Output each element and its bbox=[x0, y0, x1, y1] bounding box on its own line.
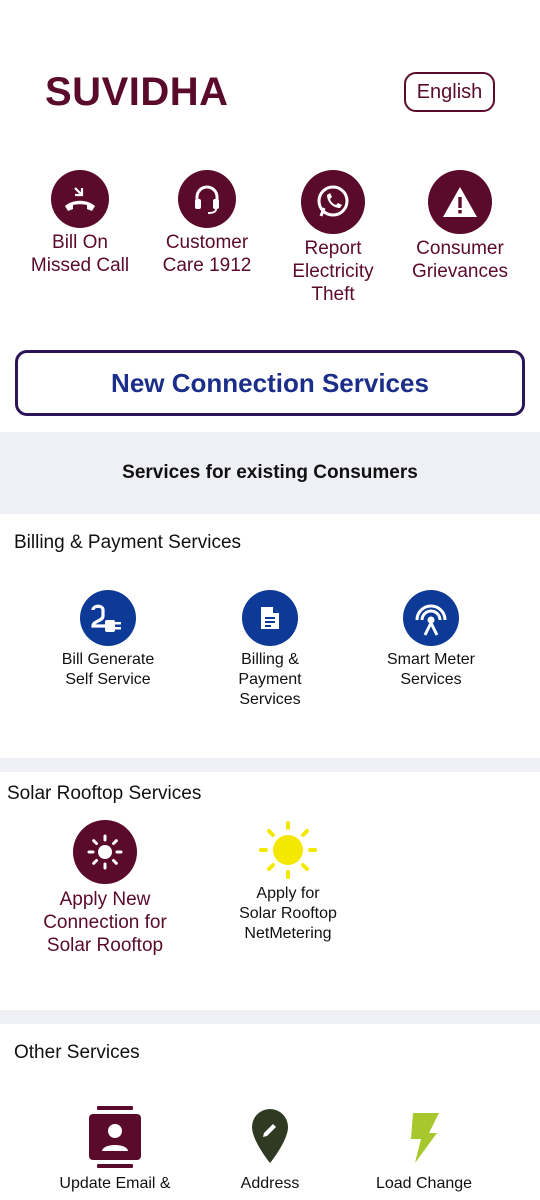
smart-meter-button[interactable]: Smart Meter Services bbox=[356, 590, 506, 690]
app-header: SUVIDHA English bbox=[0, 0, 540, 140]
quick-actions: Bill On Missed Call Customer Care 1912 Rep… bbox=[0, 170, 540, 320]
contact-card-icon bbox=[86, 1104, 144, 1170]
section-divider bbox=[0, 758, 540, 772]
apply-netmetering-label: Apply for Solar Rooftop NetMetering bbox=[239, 885, 337, 942]
warning-icon bbox=[428, 170, 492, 234]
update-email-label: Update Email & bbox=[59, 1175, 171, 1192]
other-section-title: Other Services bbox=[14, 1042, 140, 1063]
customer-care-label: Customer Care 1912 bbox=[162, 232, 252, 276]
location-pin-icon bbox=[248, 1104, 292, 1170]
billing-section-title: Billing & Payment Services bbox=[14, 532, 242, 553]
solar-section-title: Solar Rooftop Services bbox=[7, 783, 202, 804]
language-button[interactable]: English bbox=[404, 72, 495, 112]
billing-payment-label: Billing & Payment Services bbox=[238, 651, 302, 708]
update-email-button[interactable]: Update Email & bbox=[40, 1104, 190, 1194]
document-icon bbox=[242, 590, 298, 646]
load-change-button[interactable]: Load Change bbox=[349, 1104, 499, 1194]
sun-outline-icon bbox=[73, 820, 137, 884]
address-button[interactable]: Address bbox=[195, 1104, 345, 1194]
bill-on-missed-call-button[interactable]: Bill On Missed Call bbox=[16, 170, 144, 277]
whatsapp-icon bbox=[301, 170, 365, 234]
plug-icon bbox=[80, 590, 136, 646]
bill-on-missed-call-label: Bill On Missed Call bbox=[30, 232, 130, 276]
apply-netmetering-button[interactable]: Apply for Solar Rooftop NetMetering bbox=[213, 820, 363, 944]
apply-solar-connection-label: Apply New Connection for Solar Rooftop bbox=[43, 889, 167, 956]
report-electricity-theft-label: Report Electricity Theft bbox=[292, 238, 374, 305]
load-change-label: Load Change bbox=[375, 1175, 473, 1192]
sun-icon bbox=[256, 820, 320, 880]
customer-care-button[interactable]: Customer Care 1912 bbox=[143, 170, 271, 277]
apply-solar-connection-button[interactable]: Apply New Connection for Solar Rooftop bbox=[30, 820, 180, 957]
lightning-icon bbox=[404, 1104, 444, 1170]
signal-tower-icon bbox=[403, 590, 459, 646]
section-divider bbox=[0, 1010, 540, 1024]
billing-payment-button[interactable]: Billing & Payment Services bbox=[195, 590, 345, 710]
consumer-grievances-label: Consumer Grievances bbox=[411, 238, 509, 282]
new-connection-button[interactable]: New Connection Services bbox=[15, 350, 525, 416]
address-label: Address bbox=[240, 1175, 300, 1192]
consumer-grievances-button[interactable]: Consumer Grievances bbox=[396, 170, 524, 283]
report-electricity-theft-button[interactable]: Report Electricity Theft bbox=[269, 170, 397, 306]
missed-call-icon bbox=[51, 170, 109, 228]
bill-generate-button[interactable]: Bill Generate Self Service bbox=[33, 590, 183, 690]
existing-consumers-heading: Services for existing Consumers bbox=[0, 432, 540, 514]
smart-meter-label: Smart Meter Services bbox=[386, 651, 475, 688]
app-title: SUVIDHA bbox=[45, 70, 229, 114]
headset-icon bbox=[178, 170, 236, 228]
bill-generate-label: Bill Generate Self Service bbox=[61, 651, 155, 688]
